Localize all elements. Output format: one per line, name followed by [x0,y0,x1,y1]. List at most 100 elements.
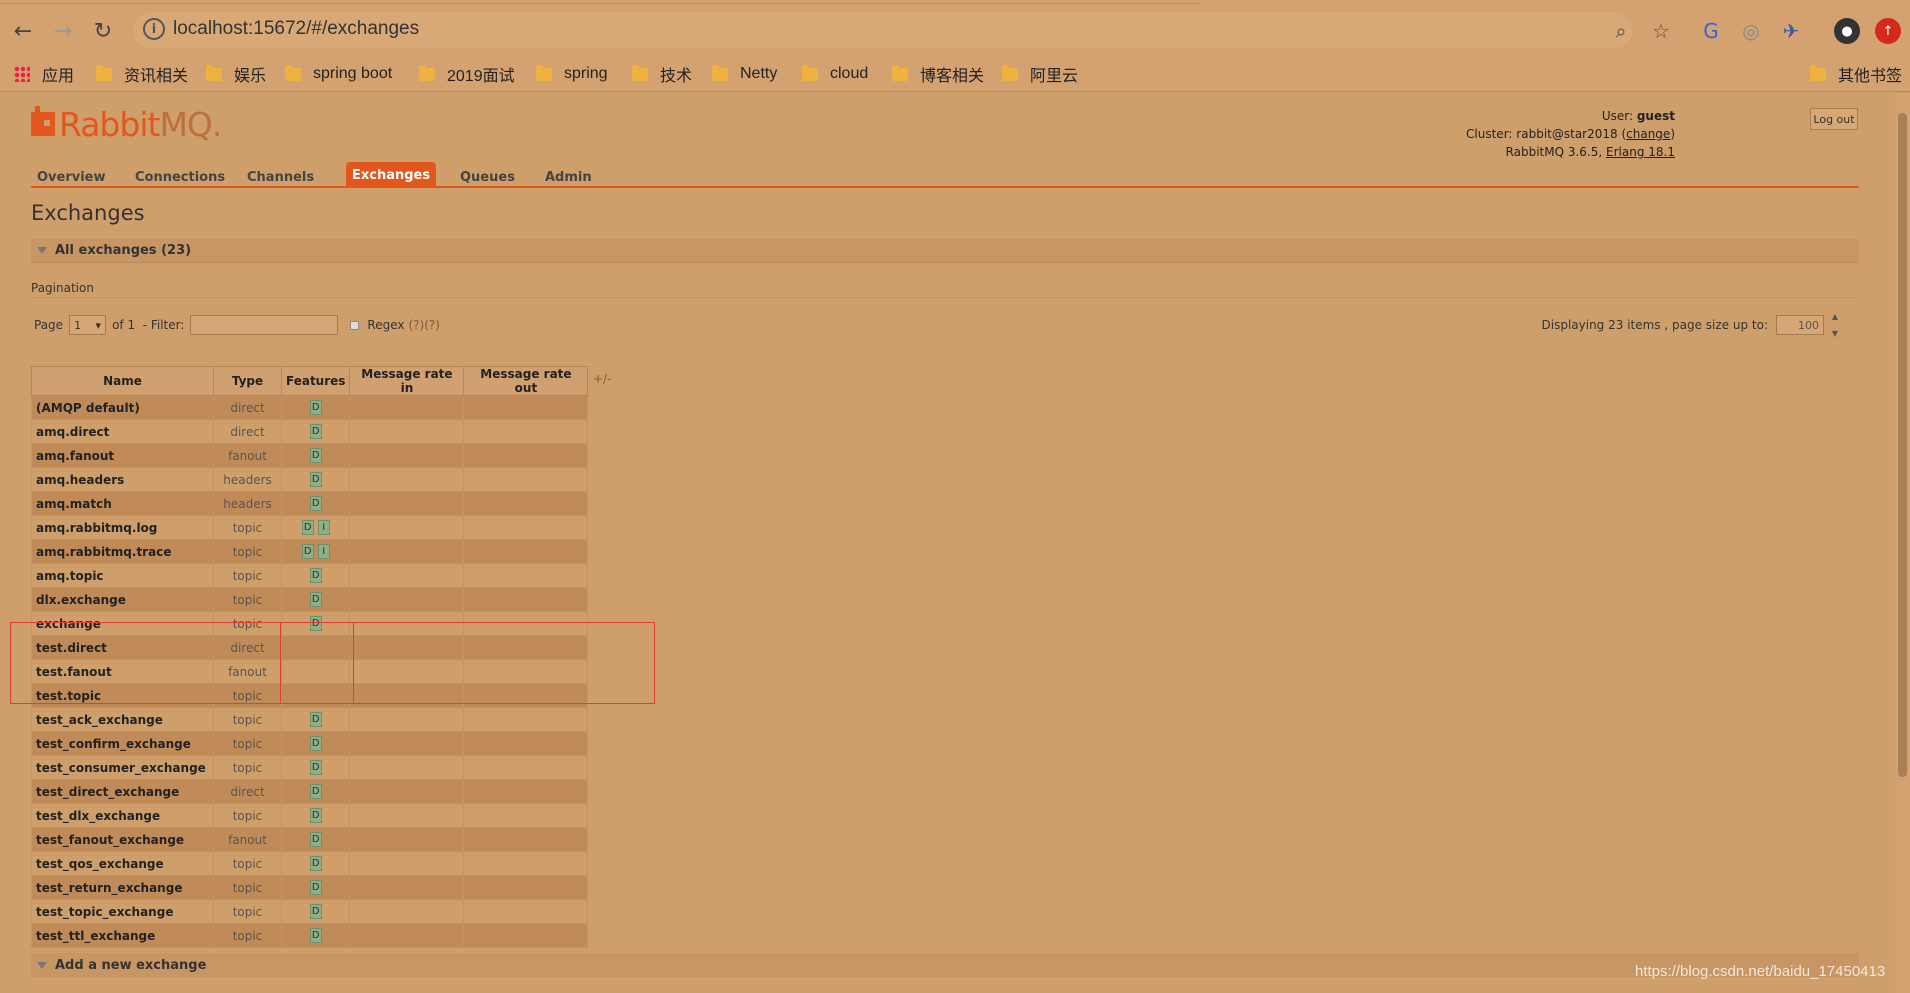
down-arrow-icon[interactable]: ▼ [1832,329,1838,338]
exchange-type: topic [213,851,282,876]
exchange-name-link[interactable]: amq.fanout [31,443,214,468]
logout-button[interactable]: Log out [1810,108,1858,130]
feature-badge: D [309,880,322,895]
table-row[interactable]: test_return_exchange topic D [31,875,589,900]
exchange-name-link[interactable]: test_consumer_exchange [31,755,214,780]
scrollbar-thumb[interactable] [1898,113,1907,777]
exchange-name-link[interactable]: amq.headers [31,467,214,492]
avatar[interactable]: ● [1834,18,1860,44]
table-row[interactable]: (AMQP default) direct D [31,395,589,420]
feature-badge: D [309,400,322,415]
table-row[interactable]: amq.match headers D [31,491,589,516]
table-row[interactable]: dlx.exchange topic D [31,587,589,612]
bookmark-folder[interactable]: 博客相关 [892,62,984,86]
table-row[interactable]: test_fanout_exchange fanout D [31,827,589,852]
bookmark-folder[interactable]: 资讯相关 [96,62,188,86]
folder-icon [419,64,435,81]
tab-channels[interactable]: Channels [241,165,320,189]
reload-icon[interactable]: ↻ [86,14,120,48]
table-row[interactable]: amq.direct direct D [31,419,589,444]
bird-extension-icon[interactable]: ✈ [1778,18,1804,44]
bookmark-folder[interactable]: 技术 [632,62,692,86]
change-cluster-link[interactable]: change [1626,127,1670,141]
filter-input[interactable] [190,315,339,335]
bookmark-folder[interactable]: 2019面试 [419,62,515,86]
bookmark-folder[interactable]: Netty [712,62,777,86]
table-row[interactable]: test_confirm_exchange topic D [31,731,589,756]
column-header[interactable]: Name [31,366,214,396]
table-row[interactable]: amq.fanout fanout D [31,443,589,468]
exchange-name-link[interactable]: test_ttl_exchange [31,923,214,948]
message-rate-in [349,779,465,804]
table-row[interactable]: test_direct_exchange direct D [31,779,589,804]
tab-queues[interactable]: Queues [454,165,521,189]
extension-icon[interactable]: ◎ [1738,18,1764,44]
table-row[interactable]: test_ack_exchange topic D [31,707,589,732]
exchange-name-link[interactable]: dlx.exchange [31,587,214,612]
regex-help-link[interactable]: (?)(?) [409,318,440,332]
bookmark-folder[interactable]: spring [536,62,608,86]
exchange-name-link[interactable]: amq.rabbitmq.trace [31,539,214,564]
tab-overview[interactable]: Overview [31,165,112,189]
tab-exchanges[interactable]: Exchanges [346,162,437,188]
exchange-name-link[interactable]: test_topic_exchange [31,899,214,924]
regex-checkbox[interactable] [350,320,360,330]
info-icon[interactable]: i [143,18,165,40]
add-exchange-section-toggle[interactable]: Add a new exchange [31,953,1859,977]
column-header[interactable]: Message rate out [463,366,589,396]
column-header[interactable]: Features [280,366,351,396]
tab-admin[interactable]: Admin [539,165,598,189]
page-select[interactable]: 1 ▾ [69,315,107,335]
folder-icon [536,64,552,81]
message-rate-in [349,419,465,444]
up-arrow-icon[interactable]: ▲ [1832,312,1838,321]
update-icon[interactable]: ↑ [1875,18,1901,44]
all-exchanges-section-toggle[interactable]: All exchanges (23) [31,239,1859,263]
bookmark-other[interactable]: 其他书签 [1810,62,1902,86]
table-row[interactable]: amq.rabbitmq.log topic D I [31,515,589,540]
table-row[interactable]: test_topic_exchange topic D [31,899,589,924]
back-arrow-icon[interactable]: ← [6,14,40,48]
tab-connections[interactable]: Connections [129,165,231,189]
exchange-name-link[interactable]: test_direct_exchange [31,779,214,804]
exchange-name-link[interactable]: test_return_exchange [31,875,214,900]
bookmark-apps[interactable]: 应用 [14,62,74,86]
forward-arrow-icon[interactable]: → [46,14,80,48]
address-bar[interactable]: i localhost:15672/#/exchanges [133,12,1633,48]
exchange-name-link[interactable]: (AMQP default) [31,395,214,420]
translate-icon[interactable]: G [1698,18,1724,44]
table-row[interactable]: amq.topic topic D [31,563,589,588]
exchange-name-link[interactable]: amq.topic [31,563,214,588]
exchange-type: headers [213,491,282,516]
table-row[interactable]: test_ttl_exchange topic D [31,923,589,948]
exchange-name-link[interactable]: test_confirm_exchange [31,731,214,756]
table-row[interactable]: amq.headers headers D [31,467,589,492]
exchange-features: D [280,923,351,948]
message-rate-out [463,539,589,564]
scrollbar[interactable] [1895,93,1910,993]
exchange-name-link[interactable]: amq.match [31,491,214,516]
exchange-name-link[interactable]: test_fanout_exchange [31,827,214,852]
exchange-name-link[interactable]: test_dlx_exchange [31,803,214,828]
table-row[interactable]: test_consumer_exchange topic D [31,755,589,780]
table-row[interactable]: test_qos_exchange topic D [31,851,589,876]
zoom-icon[interactable]: ⌕ [1608,18,1634,44]
bookmark-folder[interactable]: spring boot [285,62,392,86]
column-toggle[interactable]: +/- [593,372,611,386]
star-icon[interactable]: ☆ [1648,18,1674,44]
rabbitmq-logo[interactable]: RabbitMQ. [31,105,222,144]
bookmark-folder[interactable]: cloud [802,62,868,86]
page-size-input[interactable] [1776,315,1824,335]
table-row[interactable]: amq.rabbitmq.trace topic D I [31,539,589,564]
page-size-stepper[interactable]: ▲ ▼ [1828,312,1842,338]
table-row[interactable]: test_dlx_exchange topic D [31,803,589,828]
exchange-name-link[interactable]: test_qos_exchange [31,851,214,876]
column-header[interactable]: Message rate in [349,366,465,396]
exchange-name-link[interactable]: test_ack_exchange [31,707,214,732]
exchange-name-link[interactable]: amq.direct [31,419,214,444]
bookmark-folder[interactable]: 娱乐 [206,62,266,86]
column-header[interactable]: Type [213,366,282,396]
bookmark-folder[interactable]: 阿里云 [1002,62,1078,86]
exchange-type: direct [213,779,282,804]
exchange-name-link[interactable]: amq.rabbitmq.log [31,515,214,540]
